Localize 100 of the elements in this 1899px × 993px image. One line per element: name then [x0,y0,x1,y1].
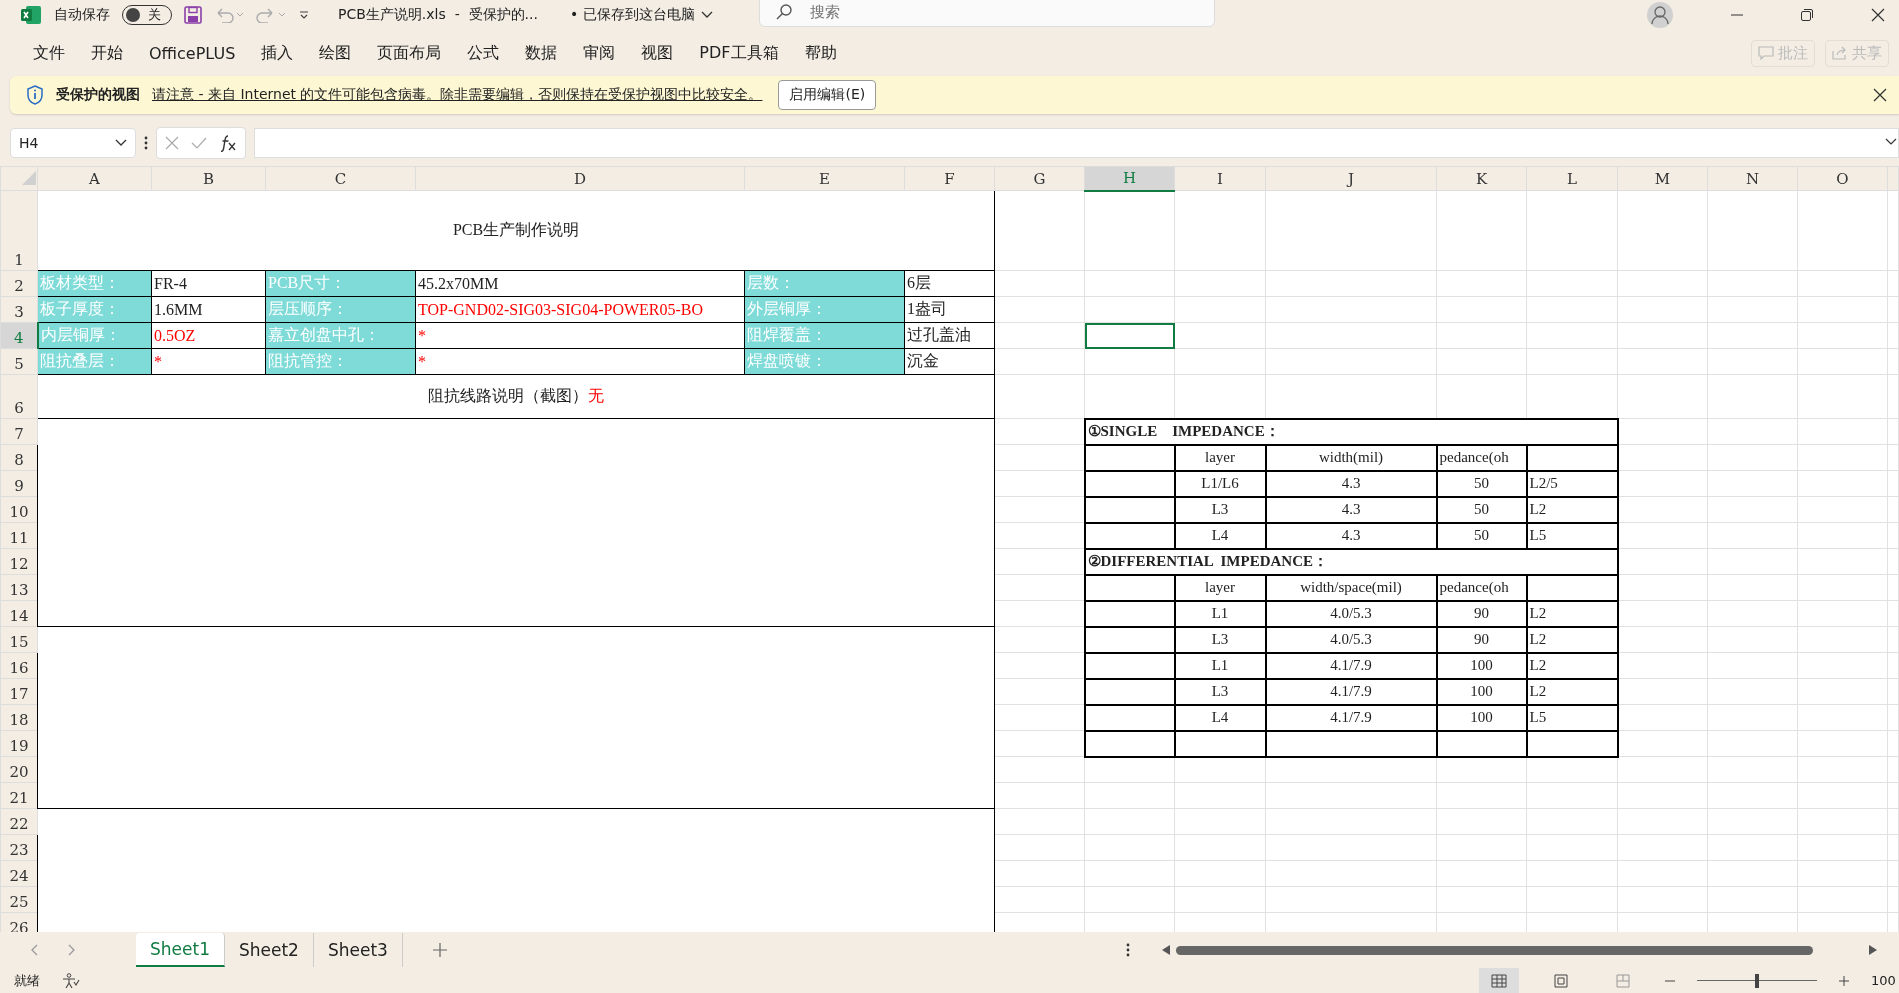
row-header[interactable]: 3 [0,296,38,323]
ribbon-tab[interactable]: 文件 [22,36,76,70]
row-header[interactable]: 19 [0,730,38,757]
scroll-left-icon[interactable] [1162,945,1170,955]
more-icon[interactable] [1126,943,1130,957]
row-header[interactable]: 12 [0,548,38,575]
column-header[interactable]: I [1174,166,1266,191]
formula-field[interactable] [254,128,1899,158]
search-field[interactable]: 搜索 [758,0,1215,27]
column-header[interactable]: K [1436,166,1527,191]
row-header[interactable]: 11 [0,522,38,549]
table-cell: pedance(oh [1436,574,1527,601]
row-header[interactable]: 15 [0,626,38,653]
row-header[interactable]: 22 [0,808,38,835]
ribbon-tab[interactable]: 数据 [514,36,569,70]
row-header[interactable]: 20 [0,756,38,783]
table-cell: L4 [1174,522,1266,549]
table-cell: 外层铜厚： [744,296,905,323]
share-icon [1832,46,1848,60]
row-header[interactable]: 9 [0,470,38,497]
sheet-tab[interactable]: Sheet1 [136,933,225,967]
row-header[interactable]: 8 [0,444,38,471]
row-header[interactable]: 14 [0,600,38,627]
column-header[interactable]: A [37,166,152,191]
table-cell: 45.2x70MM [415,270,745,297]
selected-cell[interactable] [1084,322,1175,349]
zoom-slider[interactable] [1697,973,1817,988]
column-header[interactable]: E [744,166,905,191]
column-header[interactable]: N [1707,166,1798,191]
ribbon-tab[interactable]: 页面布局 [366,36,453,70]
row-header[interactable]: 21 [0,782,38,809]
ribbon-tab[interactable]: 绘图 [308,36,363,70]
table-cell: L1 [1174,600,1266,627]
table-cell: ①SINGLE IMPEDANCE： [1084,418,1618,445]
row-header[interactable]: 23 [0,834,38,861]
name-box[interactable]: H4 [10,128,136,158]
ribbon-tab[interactable]: 帮助 [793,36,848,70]
zoom-in-icon[interactable] [1839,975,1849,986]
expand-icon[interactable] [1885,138,1897,146]
ribbon-tab[interactable]: PDF工具箱 [688,36,790,70]
function-icon[interactable] [219,134,237,152]
column-header[interactable]: H [1084,166,1175,191]
restore-icon[interactable] [1801,9,1813,21]
table-cell: L3 [1174,678,1266,705]
table-cell: 100 [1436,704,1527,731]
table-cell: 90 [1436,626,1527,653]
column-header[interactable]: F [904,166,995,191]
table-cell: 板材类型： [37,270,152,297]
row-header[interactable]: 4 [0,322,38,349]
row-header[interactable]: 7 [0,418,38,445]
save-status-menu[interactable]: • 已保存到这台电脑 [569,6,713,24]
column-header[interactable]: L [1526,166,1618,191]
row-header[interactable]: 1 [0,190,38,271]
sheet-tab[interactable]: Sheet3 [313,933,403,967]
row-header[interactable]: 2 [0,270,38,297]
column-header[interactable]: O [1797,166,1888,191]
row-header[interactable]: 24 [0,860,38,887]
sheet-tab[interactable]: Sheet2 [224,933,314,967]
row-header[interactable]: 16 [0,652,38,679]
row-header[interactable]: 25 [0,886,38,913]
protected-view-link[interactable]: 请注意 - 来自 Internet 的文件可能包含病毒。除非需要编辑，否则保持在受保护视图中比较安全。 [152,86,763,104]
table-cell: 阻抗叠层： [37,348,152,375]
table-cell: 焊盘喷镀： [744,348,905,375]
zoom-level[interactable]: 100 [1871,973,1899,988]
column-header[interactable]: M [1617,166,1708,191]
table-cell: pedance(oh [1436,444,1527,471]
normal-view-button[interactable] [1479,968,1519,993]
horizontal-scrollbar[interactable] [1160,945,1879,955]
row-header[interactable]: 6 [0,374,38,419]
ribbon-tab[interactable]: 插入 [250,36,305,70]
row-header[interactable]: 10 [0,496,38,523]
ribbon-tab[interactable]: OfficePLUS [138,37,247,69]
column-header[interactable]: G [994,166,1085,191]
enable-editing-button[interactable]: 启用编辑(E) [778,80,877,110]
close-icon[interactable] [1871,8,1885,22]
column-header[interactable]: C [265,166,416,191]
table-cell: * [415,322,745,349]
column-header[interactable]: D [415,166,745,191]
ribbon-tab[interactable]: 审阅 [572,36,627,70]
ribbon-tab[interactable]: 公式 [456,36,511,70]
table-cell: L5 [1526,522,1618,549]
row-header[interactable]: 5 [0,348,38,375]
ribbon-tab[interactable]: 开始 [80,36,134,70]
accessibility-icon[interactable] [62,972,80,989]
row-header[interactable]: 17 [0,678,38,705]
customize-icon[interactable] [298,9,310,21]
column-header[interactable]: B [151,166,266,191]
check-icon[interactable] [191,137,207,149]
row-header[interactable]: 18 [0,704,38,731]
ribbon-tab[interactable]: 视图 [630,36,685,70]
scroll-right-icon[interactable] [1869,945,1877,955]
avatar-icon[interactable] [1647,2,1673,28]
row-header[interactable]: 13 [0,574,38,601]
close-icon[interactable] [1873,88,1887,102]
save-icon[interactable] [184,6,202,24]
caret-icon[interactable] [115,139,127,147]
table-cell: 阻焊覆盖： [744,322,905,349]
more-icon[interactable] [144,136,148,150]
excel-logo-icon [20,5,42,25]
column-header[interactable]: J [1265,166,1437,191]
